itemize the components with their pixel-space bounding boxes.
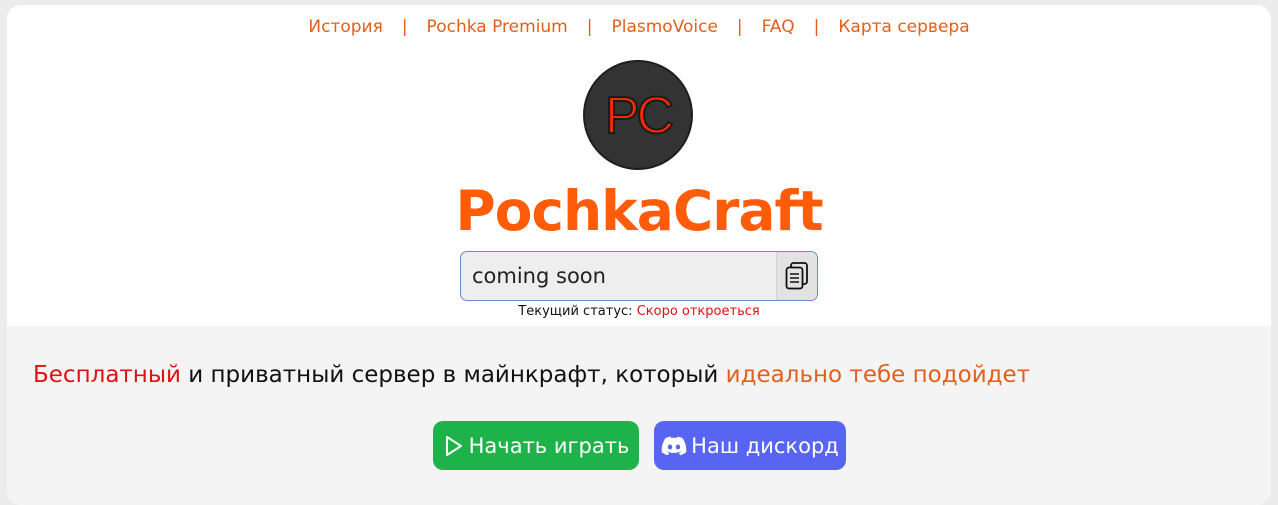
site-title: PochkaCraft bbox=[455, 179, 823, 243]
nav-separator: | bbox=[813, 17, 820, 37]
server-logo-icon: PC bbox=[583, 60, 693, 170]
main-card: История | Pochka Premium | PlasmoVoice | FAQ | К… bbox=[7, 5, 1271, 505]
copy-address-button[interactable] bbox=[776, 252, 817, 300]
tagline-perfect: идеально тебе подойдет bbox=[725, 362, 1031, 388]
status-value: Скоро откроеться bbox=[636, 304, 760, 319]
play-icon bbox=[445, 435, 462, 456]
discord-icon bbox=[661, 436, 687, 455]
start-playing-button[interactable]: Начать играть bbox=[433, 421, 639, 470]
top-navigation: История | Pochka Premium | PlasmoVoice | FAQ | К… bbox=[7, 17, 1271, 37]
start-playing-label: Начать играть bbox=[468, 433, 630, 458]
nav-link-premium[interactable]: Pochka Premium bbox=[427, 17, 568, 37]
tagline-middle: и приватный сервер в майнкрафт, который bbox=[180, 362, 726, 388]
tagline-free: Бесплатный bbox=[33, 362, 181, 388]
copy-icon bbox=[785, 262, 808, 290]
server-address-box bbox=[460, 251, 818, 301]
nav-separator: | bbox=[586, 17, 593, 37]
nav-separator: | bbox=[736, 17, 743, 37]
discord-label: Наш дискорд bbox=[691, 433, 839, 458]
logo-text: PC bbox=[604, 87, 675, 145]
status-label: Текущий статус: bbox=[518, 304, 633, 319]
nav-link-history[interactable]: История bbox=[308, 17, 382, 37]
promo-section: Бесплатный и приватный сервер в майнкраф… bbox=[7, 326, 1271, 505]
nav-link-plasmovoice[interactable]: PlasmoVoice bbox=[611, 17, 717, 37]
nav-separator: | bbox=[401, 17, 408, 37]
nav-link-faq[interactable]: FAQ bbox=[762, 17, 795, 37]
tagline: Бесплатный и приватный сервер в майнкраф… bbox=[33, 362, 1030, 388]
server-address-input[interactable] bbox=[461, 252, 777, 300]
server-status: Текущий статус: Скоро откроеться bbox=[7, 304, 1271, 319]
discord-button[interactable]: Наш дискорд bbox=[654, 421, 846, 470]
nav-link-server-map[interactable]: Карта сервера bbox=[838, 17, 969, 37]
